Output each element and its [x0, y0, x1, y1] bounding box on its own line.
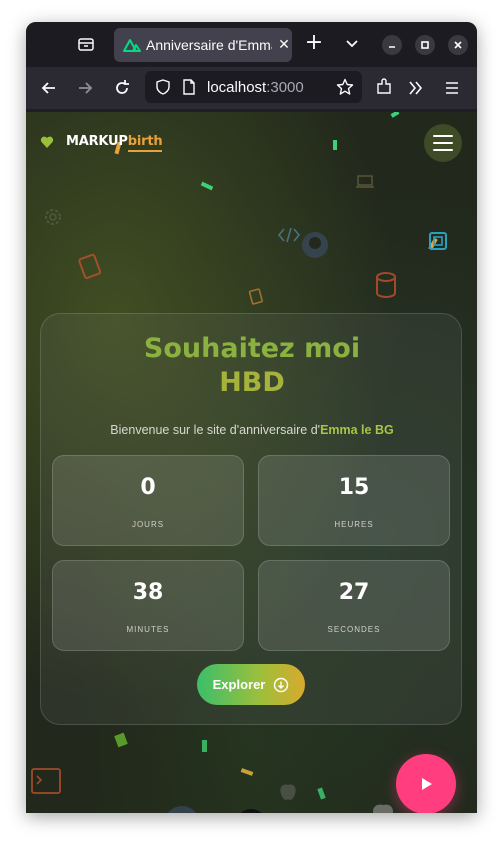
tab-strip: Anniversaire d'Emma le BG ✕ +	[26, 22, 477, 67]
countdown-value: 15	[338, 475, 370, 500]
file-icon	[248, 288, 263, 305]
shield-icon[interactable]	[155, 79, 171, 95]
menu-bar	[433, 142, 453, 144]
welcome-text: Bienvenue sur le site d'anniversaire d'E…	[41, 423, 463, 437]
confetti-piece	[114, 732, 128, 748]
minimize-button[interactable]	[382, 35, 402, 55]
menu-bar	[433, 135, 453, 137]
tab-title: Anniversaire d'Emma le BG	[146, 37, 272, 53]
github-icon	[302, 232, 328, 258]
nuxt-devtools-button[interactable]	[235, 809, 267, 813]
explore-button[interactable]: Explorer	[197, 664, 305, 705]
page-title: Souhaitez moi HBD	[41, 332, 463, 400]
back-arrow-icon[interactable]	[40, 79, 58, 97]
github-icon	[167, 806, 197, 813]
terminal-icon	[31, 768, 61, 794]
countdown-label: MINUTES	[126, 625, 170, 634]
bookmark-star-icon[interactable]	[336, 78, 354, 96]
play-icon	[422, 778, 432, 790]
tab-close-icon[interactable]: ✕	[276, 37, 292, 53]
confetti-piece	[202, 740, 207, 752]
countdown-minutes: 38 MINUTES	[52, 560, 244, 651]
page-info-icon[interactable]	[181, 79, 197, 95]
active-tab[interactable]: Anniversaire d'Emma le BG ✕	[114, 28, 292, 62]
close-window-button[interactable]	[448, 35, 468, 55]
code-icon	[277, 227, 301, 243]
brand-logo[interactable]: MARKUPbirth	[40, 134, 163, 152]
site-header: MARKUPbirth	[26, 112, 477, 172]
countdown-card: Souhaitez moi HBD Bienvenue sur le site …	[40, 313, 462, 725]
database-icon	[376, 272, 396, 298]
countdown-days: 0 JOURS	[52, 455, 244, 546]
countdown-value: 0	[140, 475, 156, 500]
countdown-label: SECONDES	[327, 625, 381, 634]
apple-icon	[373, 804, 393, 813]
document-icon	[78, 253, 102, 279]
heart-icon	[40, 136, 54, 148]
url-port: :3000	[266, 79, 304, 96]
confetti-piece	[200, 181, 214, 191]
welcome-prefix: Bienvenue sur le site d'anniversaire d'	[110, 423, 321, 437]
arrow-down-circle-icon	[274, 677, 289, 692]
browser-window: Anniversaire d'Emma le BG ✕ +	[26, 22, 477, 813]
url-host: localhost	[207, 79, 267, 96]
countdown-label: JOURS	[131, 520, 165, 529]
url-bar[interactable]: localhost:3000	[145, 71, 362, 103]
birthday-name: Emma le BG	[320, 423, 394, 437]
tab-overview-icon[interactable]	[76, 34, 96, 54]
reload-icon[interactable]	[113, 79, 131, 97]
overflow-chevrons-icon[interactable]	[407, 79, 425, 97]
list-all-tabs-icon[interactable]	[344, 36, 360, 52]
confetti-piece	[317, 787, 326, 800]
music-play-button[interactable]	[396, 754, 456, 813]
countdown-hours: 15 HEURES	[258, 455, 450, 546]
menu-bar	[433, 149, 453, 151]
brand-accent: birth	[127, 134, 163, 152]
laptop-icon	[356, 175, 374, 188]
explore-label: Explorer	[212, 677, 266, 692]
brand-name: MARKUPbirth	[66, 134, 163, 152]
countdown-value: 38	[132, 580, 164, 605]
gear-icon	[45, 209, 61, 225]
url-text: localhost:3000	[207, 79, 304, 96]
countdown-value: 27	[338, 580, 370, 605]
countdown-label: HEURES	[334, 520, 374, 529]
maximize-button[interactable]	[415, 35, 435, 55]
title-line-1: Souhaitez moi	[143, 333, 361, 364]
confetti-piece	[240, 768, 254, 776]
nuxt-logo-icon	[123, 39, 141, 52]
page-viewport: MARKUPbirth Souhaitez moi HBD Bienvenue …	[26, 112, 477, 813]
forward-arrow-icon[interactable]	[76, 79, 94, 97]
app-menu-icon[interactable]	[443, 79, 461, 97]
hamburger-menu-button[interactable]	[424, 124, 462, 162]
navigation-bar: localhost:3000	[26, 67, 477, 109]
new-tab-icon[interactable]: +	[304, 32, 324, 54]
chip-icon	[429, 232, 447, 250]
brand-main: MARKUP	[66, 134, 128, 149]
extensions-icon[interactable]	[375, 78, 393, 96]
countdown-seconds: 27 SECONDES	[258, 560, 450, 651]
title-line-2: HBD	[219, 367, 285, 398]
apple-icon	[280, 784, 296, 800]
